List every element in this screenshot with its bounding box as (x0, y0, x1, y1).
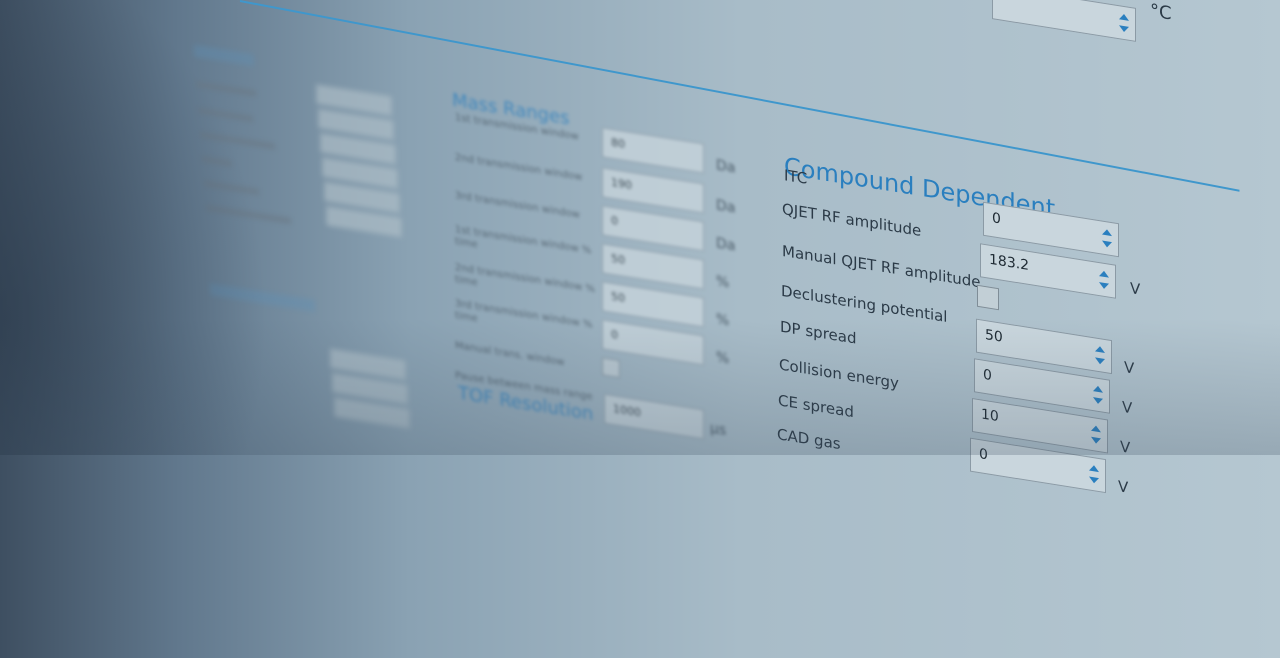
spin-arrows-icon[interactable] (1119, 13, 1129, 33)
first-window-input[interactable]: 80 (602, 127, 704, 174)
spin-arrows-icon[interactable] (1102, 228, 1112, 249)
ce-spread-label: CE spread (778, 391, 854, 422)
second-window-unit: Da (716, 197, 736, 217)
cad-gas-label: CAD gas (777, 425, 841, 454)
first-window-time-input[interactable]: 50 (602, 243, 704, 290)
experiment-label (200, 131, 275, 150)
dp-spread-unit: V (1124, 358, 1135, 378)
manual-trans-window-checkbox[interactable] (602, 357, 620, 379)
mass-range-label: 2nd transmission window (455, 152, 583, 184)
experiment-label (204, 180, 259, 196)
settings-screen: °C Mass Ranges 1st transmission window 8… (0, 0, 1280, 658)
collision-energy-unit: V (1122, 397, 1133, 418)
declustering-potential-checkbox[interactable] (977, 284, 999, 311)
second-window-input[interactable]: 190 (602, 167, 704, 214)
collision-energy-value: 0 (983, 366, 992, 385)
experiment-label (196, 81, 256, 97)
collision-energy-label: Collision energy (779, 355, 899, 393)
first-window-time-unit: % (716, 273, 730, 292)
declustering-potential-label: Declustering potential (781, 281, 948, 327)
dp-spread-value: 50 (985, 327, 1003, 346)
experiment-label (202, 155, 232, 167)
dp-spread-label: DP spread (780, 317, 857, 348)
ce-spread-unit: V (1120, 437, 1131, 458)
experiment-title (194, 44, 254, 67)
temperature-field[interactable] (992, 0, 1136, 42)
mass-range-label: Manual trans. window (455, 340, 565, 369)
first-window-unit: Da (716, 157, 736, 177)
pause-unit: µs (710, 420, 727, 440)
spin-arrows-icon[interactable] (1093, 385, 1103, 405)
experiment-label (206, 204, 291, 225)
mass-range-label: 3rd transmission window (455, 190, 580, 221)
second-window-time-unit: % (716, 311, 730, 330)
pause-between-mass-range-input[interactable]: 1000 (604, 393, 704, 440)
manual-qjet-rf-amplitude-value: 183.2 (989, 251, 1030, 274)
second-window-time-input[interactable]: 50 (602, 281, 704, 328)
qjet-rf-amplitude-value: 0 (992, 210, 1001, 228)
manual-qjet-rf-amplitude-unit: V (1130, 278, 1141, 299)
tof-settings-title (210, 283, 315, 312)
spin-arrows-icon[interactable] (1091, 424, 1101, 445)
cad-gas-unit: V (1118, 477, 1129, 497)
mass-range-label: 1st transmission window % time (455, 224, 592, 257)
third-window-time-input[interactable]: 0 (602, 319, 704, 366)
spin-arrows-icon[interactable] (1099, 270, 1109, 290)
temperature-unit: °C (1150, 0, 1172, 25)
ce-spread-value: 10 (981, 406, 999, 426)
spin-arrows-icon[interactable] (1095, 345, 1105, 366)
qjet-rf-amplitude-label: QJET RF amplitude (782, 199, 922, 240)
third-window-unit: Da (716, 235, 736, 255)
manual-qjet-rf-amplitude-label: Manual QJET RF amplitude (782, 241, 981, 292)
third-window-time-unit: % (716, 349, 730, 368)
spin-arrows-icon[interactable] (1089, 464, 1099, 485)
experiment-label (198, 107, 253, 123)
itc-label: ITC (784, 166, 808, 188)
third-window-input[interactable]: 0 (602, 205, 704, 252)
